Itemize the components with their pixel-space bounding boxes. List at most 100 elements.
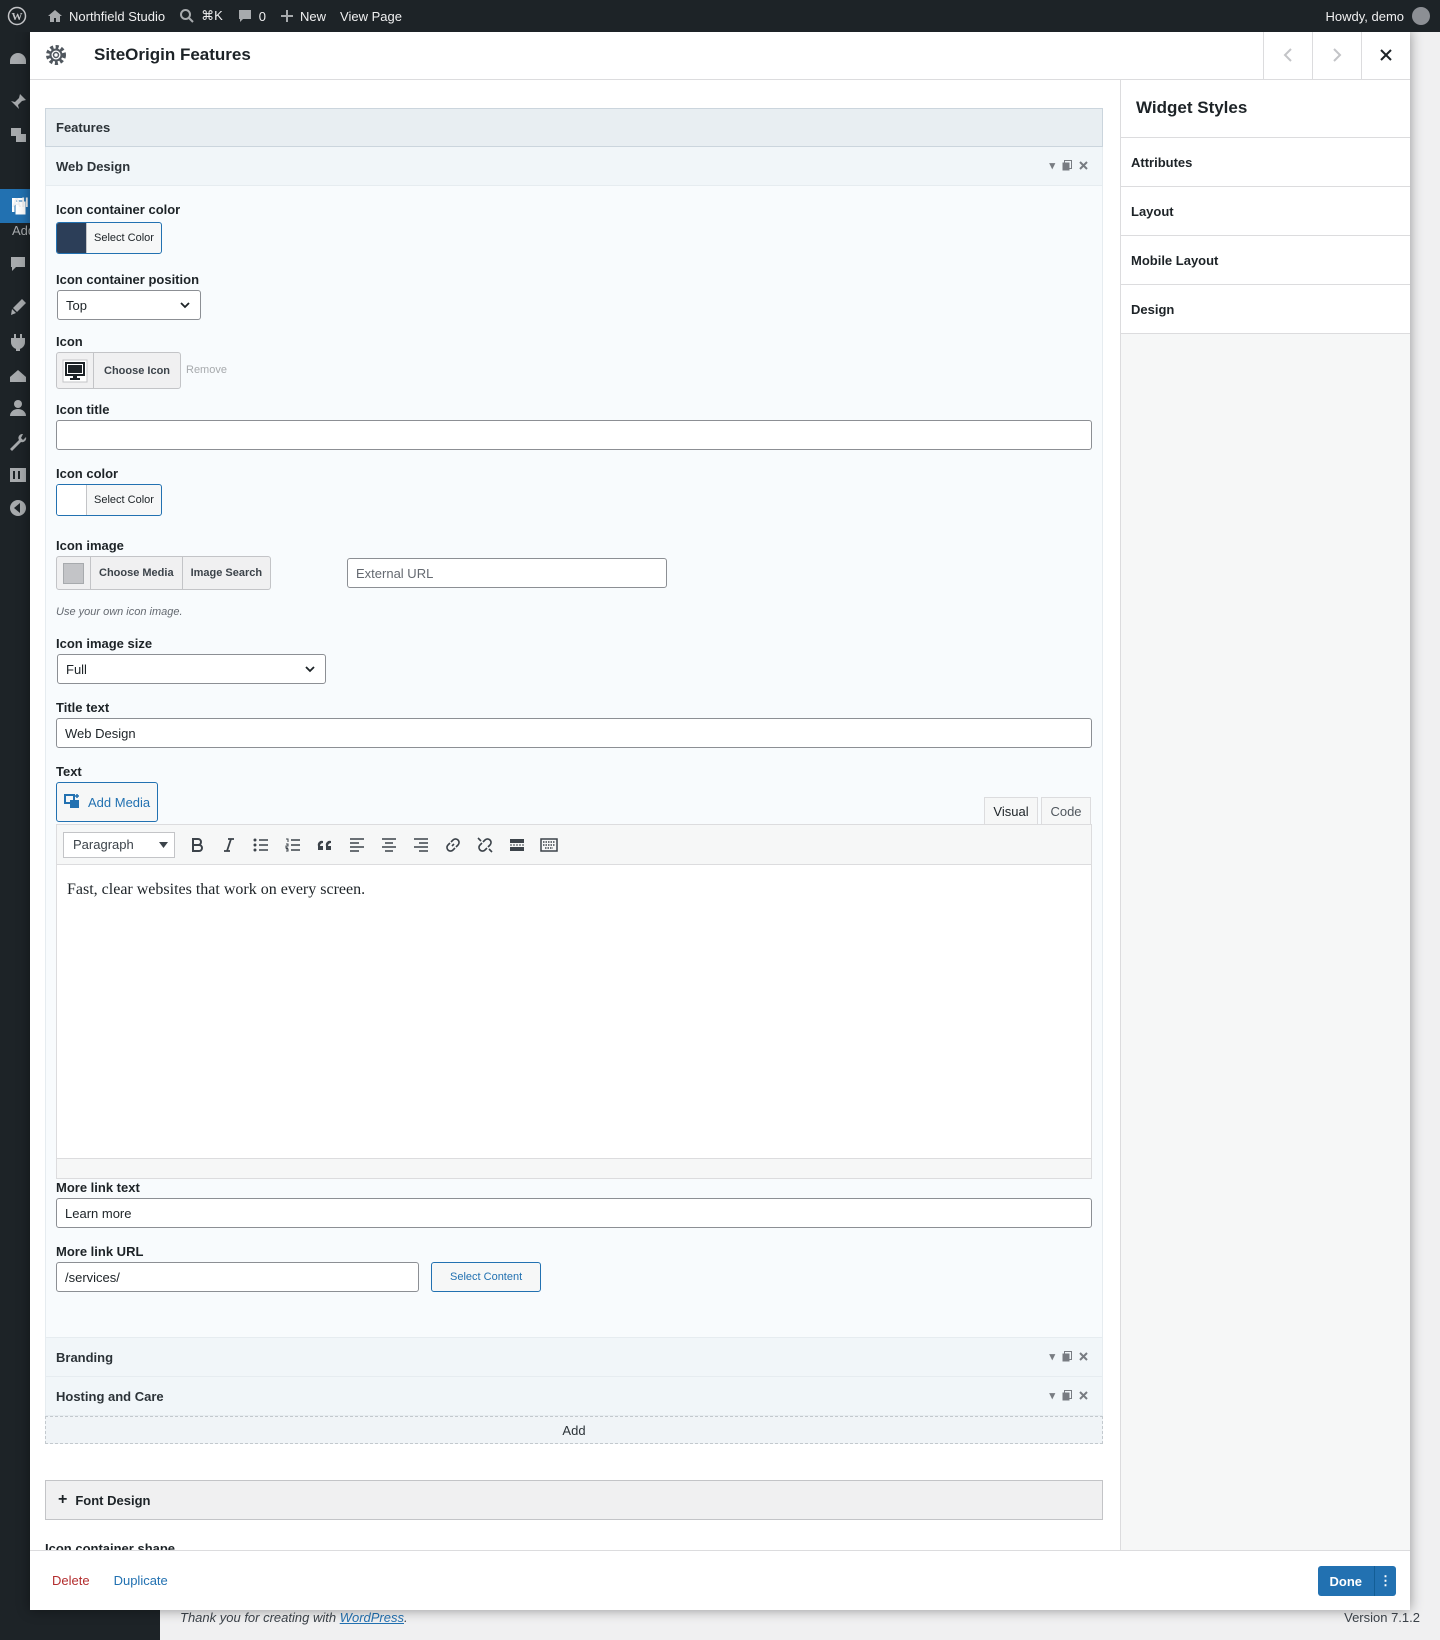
select-value: Top	[66, 297, 87, 313]
collapse-toggle-icon[interactable]: ▾	[1049, 159, 1055, 172]
tab-code[interactable]: Code	[1041, 797, 1091, 825]
toolbar-toggle-button[interactable]	[533, 830, 565, 860]
next-widget-button[interactable]	[1312, 30, 1361, 80]
submenu-all-pages[interactable]: All	[12, 195, 29, 210]
more-link-text-input[interactable]: Learn more	[56, 1198, 1092, 1228]
duplicate-icon[interactable]	[1062, 160, 1072, 171]
icon-color-picker[interactable]: Select Color	[56, 484, 162, 516]
sidebar-title: Widget Styles	[1121, 80, 1410, 138]
format-select[interactable]: Paragraph	[63, 831, 175, 858]
choose-icon-button[interactable]: Choose Icon	[56, 352, 182, 389]
collapse-toggle-icon[interactable]: ▾	[1049, 1389, 1055, 1402]
tools-icon[interactable]	[8, 432, 28, 452]
desktop-monitor-icon	[62, 359, 88, 382]
add-media-button[interactable]: Add Media	[56, 782, 159, 822]
dashboard-icon[interactable]	[8, 50, 28, 70]
plugins-icon[interactable]	[8, 332, 28, 352]
numbered-list-icon	[285, 838, 300, 851]
external-url-input[interactable]: External URL	[347, 558, 667, 588]
command-palette-button[interactable]: ⌘K	[172, 0, 230, 32]
bullet-list-button[interactable]	[245, 830, 277, 860]
icon-title-input[interactable]	[56, 420, 1092, 450]
read-more-button[interactable]	[501, 830, 533, 860]
choose-icon-label: Choose Icon	[104, 364, 171, 377]
icon-image-size-select[interactable]: Full	[57, 654, 326, 684]
widget-form: Features Web Design ▾ Icon container col…	[30, 80, 1120, 1550]
pin-icon[interactable]	[8, 92, 28, 112]
gear-icon	[30, 30, 82, 80]
site-name-link[interactable]: Northfield Studio	[40, 0, 172, 32]
choose-media-button[interactable]: Choose Media	[91, 557, 183, 589]
blockquote-button[interactable]	[309, 830, 341, 860]
sidebar-item-design[interactable]: Design	[1121, 285, 1410, 334]
sidebar-item-mobile-layout[interactable]: Mobile Layout	[1121, 236, 1410, 285]
select-content-button[interactable]: Select Content	[431, 1262, 542, 1292]
remove-link-button[interactable]	[469, 830, 501, 860]
field-label-icon-color: Icon color	[56, 466, 119, 481]
collapse-menu-icon[interactable]	[8, 498, 28, 518]
duplicate-icon[interactable]	[1062, 1390, 1072, 1401]
remove-icon-link[interactable]: Remove	[186, 364, 227, 376]
field-label-more-link-text: More link text	[56, 1180, 140, 1195]
sidebar-item-attributes[interactable]: Attributes	[1121, 138, 1410, 187]
align-left-button[interactable]	[341, 830, 373, 860]
delete-widget-link[interactable]: Delete	[52, 1573, 90, 1588]
image-placeholder-icon	[57, 557, 91, 589]
delete-icon[interactable]	[1079, 1352, 1088, 1361]
wordpress-link[interactable]: WordPress	[340, 1610, 404, 1625]
icon-container-color-picker[interactable]: Select Color	[56, 222, 162, 254]
image-search-button[interactable]: Image Search	[183, 557, 271, 589]
add-repeater-item-button[interactable]: Add	[45, 1416, 1103, 1444]
comments-icon[interactable]	[8, 254, 28, 274]
tab-visual[interactable]: Visual	[984, 797, 1038, 825]
plus-icon: +	[58, 1491, 68, 1508]
italic-button[interactable]	[213, 830, 245, 860]
title-text-input[interactable]: Web Design	[56, 718, 1092, 748]
wordpress-logo-icon[interactable]: W	[0, 0, 40, 32]
builder-icon[interactable]	[8, 365, 28, 385]
numbered-list-button[interactable]	[277, 830, 309, 860]
close-dialog-button[interactable]	[1361, 30, 1410, 80]
align-right-button[interactable]	[405, 830, 437, 860]
comments-link[interactable]: 0	[230, 0, 273, 32]
view-page-link[interactable]: View Page	[333, 0, 409, 32]
duplicate-icon[interactable]	[1062, 1351, 1072, 1362]
done-button-group: Done ⋮	[1317, 1566, 1396, 1596]
repeater-item-header[interactable]: Branding ▾	[45, 1338, 1103, 1377]
previous-widget-button[interactable]	[1263, 30, 1312, 80]
delete-icon[interactable]	[1079, 1391, 1088, 1400]
footer-thanks-prefix: Thank you for creating with	[180, 1610, 340, 1625]
users-icon[interactable]	[8, 398, 28, 418]
appearance-icon[interactable]	[8, 297, 28, 317]
icon-container-position-select[interactable]: Top	[57, 290, 201, 320]
align-center-button[interactable]	[373, 830, 405, 860]
chevron-down-icon	[305, 666, 315, 673]
more-options-icon[interactable]: ⋮	[1374, 1566, 1396, 1596]
site-name: Northfield Studio	[69, 8, 166, 24]
sidebar-item-layout[interactable]: Layout	[1121, 187, 1410, 236]
media-icon[interactable]	[8, 125, 28, 145]
editor-content[interactable]: Fast, clear websites that work on every …	[57, 865, 1091, 1158]
repeater-item-header[interactable]: Hosting and Care ▾	[45, 1377, 1103, 1416]
repeater-item-actions: ▾	[1049, 159, 1088, 172]
repeater-item-body: Icon container color Select Color Icon c…	[45, 186, 1103, 1338]
icon-preview	[57, 353, 94, 388]
duplicate-widget-link[interactable]: Duplicate	[114, 1573, 168, 1588]
done-button[interactable]: Done	[1317, 1566, 1374, 1596]
bold-button[interactable]	[181, 830, 213, 860]
repeater-title: Features	[45, 108, 1103, 147]
new-content-link[interactable]: New	[273, 0, 333, 32]
settings-icon[interactable]	[8, 465, 28, 485]
align-right-icon	[414, 837, 428, 852]
collapse-toggle-icon[interactable]: ▾	[1049, 1350, 1055, 1363]
my-account[interactable]: Howdy, demo	[1325, 7, 1440, 25]
features-repeater: Features Web Design ▾ Icon container col…	[45, 108, 1103, 1444]
new-label: New	[300, 8, 327, 24]
repeater-item-header[interactable]: Web Design ▾	[45, 147, 1103, 186]
field-label-text: Text	[56, 764, 82, 779]
dialog-nav	[1263, 30, 1410, 80]
insert-link-button[interactable]	[437, 830, 469, 860]
more-link-url-input[interactable]: /services/	[56, 1262, 419, 1292]
font-design-section-toggle[interactable]: + Font Design	[45, 1480, 1103, 1520]
delete-icon[interactable]	[1079, 161, 1088, 170]
